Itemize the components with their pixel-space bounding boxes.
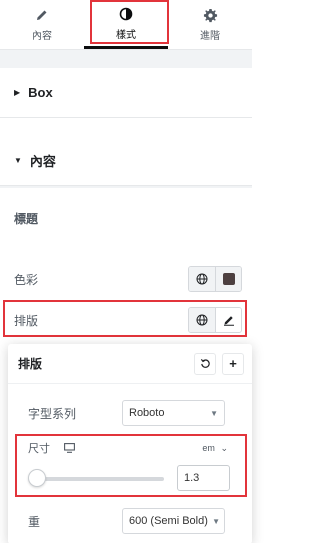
chevron-down-icon: ▼ bbox=[210, 408, 218, 418]
size-input[interactable]: 1.3 bbox=[177, 465, 230, 491]
section-content[interactable]: ▼ 內容 bbox=[0, 136, 252, 186]
typography-row: 排版 bbox=[14, 307, 242, 333]
gear-icon bbox=[202, 7, 218, 23]
caret-down-icon: ▼ bbox=[14, 156, 22, 165]
popover-title: 排版 bbox=[18, 357, 43, 371]
tab-style[interactable]: 樣式 bbox=[84, 0, 168, 49]
heading-label: 標題 bbox=[14, 212, 39, 226]
size-label: 尺寸 bbox=[28, 443, 50, 455]
reset-icon bbox=[200, 359, 210, 368]
pencil-icon bbox=[223, 316, 234, 326]
pencil-icon bbox=[34, 7, 50, 23]
global-typography-button[interactable] bbox=[189, 308, 215, 332]
edit-typography-button[interactable] bbox=[215, 308, 241, 332]
font-weight-field: 重 600 (Semi Bold) ▼ bbox=[20, 508, 225, 534]
size-slider-handle[interactable] bbox=[28, 469, 46, 487]
popover-header: 排版 + bbox=[8, 344, 252, 384]
globe-icon bbox=[196, 314, 208, 326]
panel-tabs: 內容 樣式 進階 bbox=[0, 0, 252, 50]
section-box-label: Box bbox=[28, 85, 53, 100]
popover-actions: + bbox=[194, 352, 244, 375]
size-header: 尺寸 em ⌄ bbox=[28, 440, 228, 456]
size-unit-selector[interactable]: em ⌄ bbox=[202, 443, 228, 454]
tab-advanced-label: 進階 bbox=[200, 31, 220, 42]
section-box[interactable]: ▶ Box bbox=[0, 68, 252, 118]
typography-controls bbox=[188, 307, 242, 333]
font-weight-label: 重 bbox=[28, 514, 41, 529]
chevron-down-icon: ▼ bbox=[212, 516, 220, 526]
add-button[interactable]: + bbox=[222, 352, 244, 375]
size-unit: em bbox=[202, 442, 215, 453]
font-weight-select[interactable]: 600 (Semi Bold) ▼ bbox=[122, 508, 225, 534]
section-content-label: 內容 bbox=[29, 154, 56, 169]
tab-advanced[interactable]: 進階 bbox=[168, 0, 252, 49]
font-family-select[interactable]: Roboto ▼ bbox=[122, 400, 225, 426]
color-label: 色彩 bbox=[14, 272, 39, 287]
plus-icon: + bbox=[229, 356, 237, 371]
color-controls bbox=[188, 266, 242, 292]
chevron-down-icon: ⌄ bbox=[220, 442, 228, 453]
typography-label: 排版 bbox=[14, 313, 39, 328]
desktop-icon[interactable] bbox=[64, 443, 75, 453]
font-family-field: 字型系列 Roboto ▼ bbox=[20, 400, 225, 426]
caret-right-icon: ▶ bbox=[14, 88, 21, 97]
color-row: 色彩 bbox=[14, 266, 242, 292]
globe-icon bbox=[196, 273, 208, 285]
reset-button[interactable] bbox=[194, 352, 216, 375]
tab-content-label: 內容 bbox=[32, 31, 52, 42]
size-slider-track[interactable] bbox=[38, 477, 164, 481]
font-family-label: 字型系列 bbox=[28, 406, 77, 421]
half-circle-icon bbox=[118, 6, 134, 22]
tab-content[interactable]: 內容 bbox=[0, 0, 84, 49]
color-swatch bbox=[222, 273, 235, 285]
size-label-group: 尺寸 bbox=[28, 440, 75, 456]
font-family-value: Roboto bbox=[129, 407, 165, 419]
font-weight-value: 600 (Semi Bold) bbox=[129, 515, 208, 527]
tab-style-label: 樣式 bbox=[116, 29, 136, 41]
global-color-button[interactable] bbox=[189, 267, 215, 291]
color-picker-button[interactable] bbox=[215, 267, 241, 291]
